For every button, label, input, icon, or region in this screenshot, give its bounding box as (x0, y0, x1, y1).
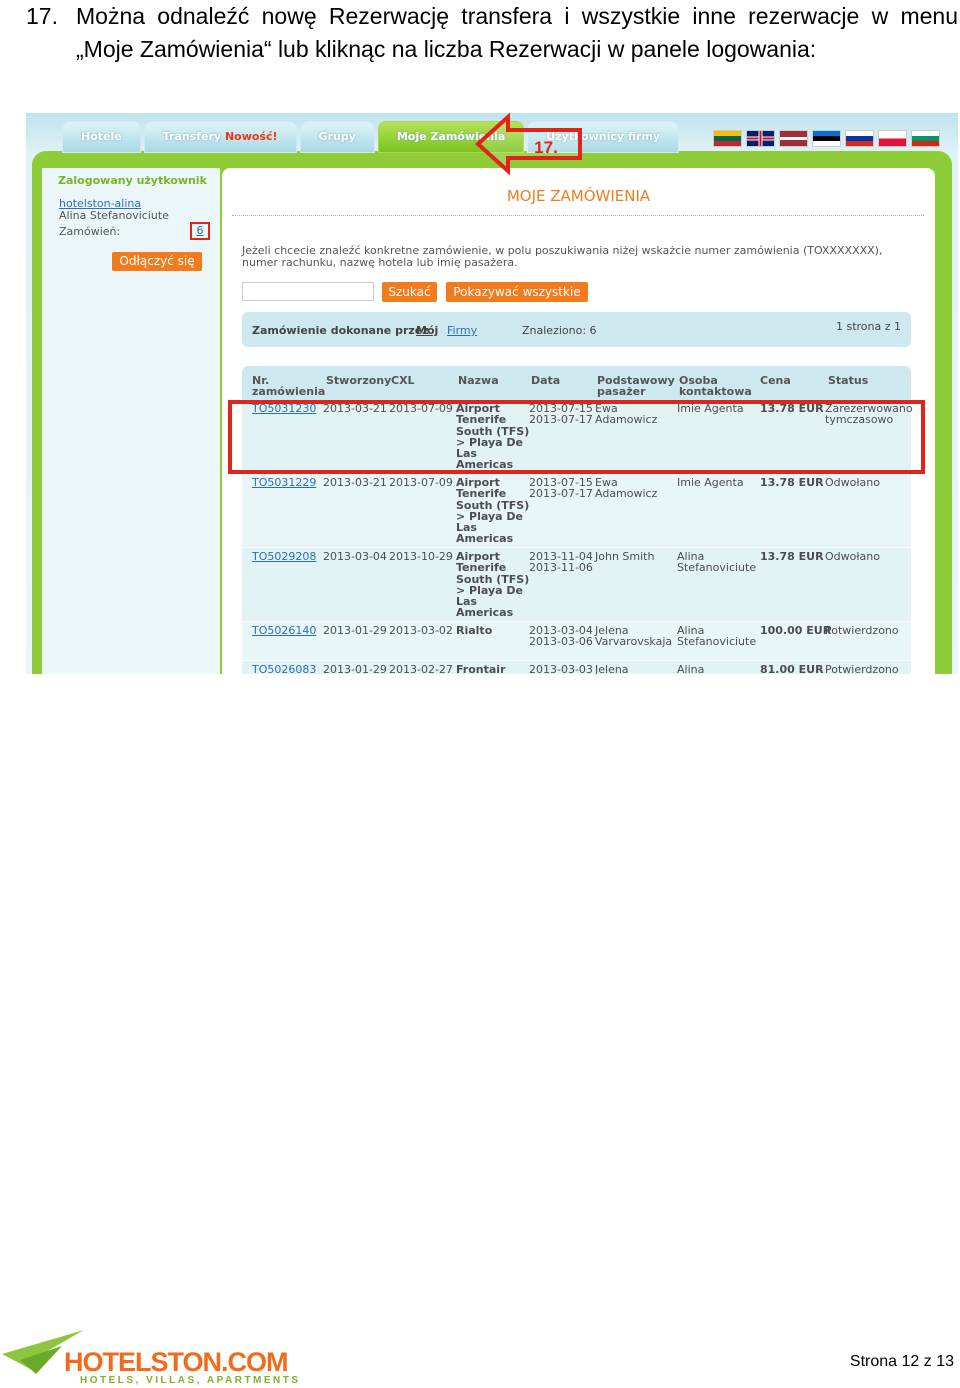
cxl-date: 2013-02-27 (389, 663, 453, 674)
user-full-name: Alina Stefanoviciute (59, 209, 169, 222)
status-text: Odwołano (825, 550, 880, 563)
tab-transfers[interactable]: Transfery Nowość! (143, 121, 297, 153)
price: 81.00 EUR (760, 663, 824, 674)
orders-count-link[interactable]: 6 (190, 222, 210, 240)
col-cxl: CXL (391, 374, 415, 387)
logout-button[interactable]: Odłączyć się (112, 252, 202, 271)
main-nav: Hotele Transfery Nowość! Grupy Moje Zamó… (62, 121, 682, 153)
flag-ee-icon[interactable] (812, 130, 841, 147)
order-number-link[interactable]: TO5026140 (252, 625, 316, 637)
logo-subtitle: HOTELS, VILLAS, APARTMENTS (80, 1375, 301, 1386)
service-name: Airport Tenerife South (TFS) > Playa De … (456, 550, 530, 620)
price: 13.78 EUR (760, 476, 824, 489)
screenshot: Hotele Transfery Nowość! Grupy Moje Zamó… (26, 113, 958, 674)
created-date: 2013-01-29 (323, 624, 387, 637)
found-count: Znaleziono: 6 (522, 324, 597, 337)
table-row: TO5029208 2013-03-04 2013-10-29 Airport Ten… (242, 548, 911, 622)
price: 100.00 EUR (760, 624, 832, 637)
col-contact: Osoba kontaktowa (679, 374, 752, 398)
order-number-link[interactable]: TO5026083 (252, 664, 316, 674)
show-all-button[interactable]: Pokazywać wszystkie (446, 282, 588, 302)
col-name: Nazwa (458, 374, 499, 387)
flag-pl-icon[interactable] (878, 130, 907, 147)
cxl-date: 2013-10-29 (389, 550, 453, 563)
status-text: Potwierdzono (825, 624, 899, 637)
page-number: Strona 12 z 13 (849, 1353, 954, 1370)
flag-ru-icon[interactable] (845, 130, 874, 147)
passenger-name: Jelena Varvarovskaja (595, 624, 673, 649)
step-text: Można odnaleźć nowę Rezerwację transfera… (76, 3, 958, 62)
tab-hotels[interactable]: Hotele (62, 121, 141, 153)
filter-my-link[interactable]: Mój (416, 324, 438, 337)
created-date: 2013-01-29 (323, 663, 387, 674)
search-input[interactable] (242, 282, 374, 301)
col-created: Stworzony (326, 374, 392, 387)
status-text: Odwołano (825, 476, 880, 489)
tab-groups[interactable]: Grupy (299, 121, 375, 153)
flag-lv-icon[interactable] (779, 130, 808, 147)
contact-person: Alina (677, 663, 705, 674)
cxl-date: 2013-03-02 (389, 624, 453, 637)
service-dates: 2013-07-15 2013-07-17 (529, 476, 593, 501)
divider (232, 215, 924, 216)
logo-text: HOTELSTON.COM (64, 1347, 289, 1377)
col-date: Data (531, 374, 561, 387)
service-dates: 2013-03-03 (529, 663, 593, 674)
order-number-link[interactable]: TO5031229 (252, 477, 316, 489)
filter-bar: Zamówienie dokonane przez Mój Firmy Znal… (242, 312, 911, 347)
sidebar (42, 168, 220, 674)
pagination: 1 strona z 1 (835, 320, 901, 333)
arrow-left-icon: 17. (475, 113, 582, 175)
passenger-name: John Smith (595, 550, 655, 563)
service-name: Frontair (456, 663, 506, 674)
filter-label: Zamówienie dokonane przez (252, 324, 429, 337)
flag-bg-icon[interactable] (911, 130, 940, 147)
doc-heading: 17. Można odnaleźć nowę Rezerwację trans… (26, 0, 958, 66)
created-date: 2013-03-04 (323, 550, 387, 563)
service-dates: 2013-11-04 2013-11-06 (529, 550, 593, 575)
passenger-name: Ewa Adamowicz (595, 476, 658, 501)
page-title: MOJE ZAMÓWIENIA (506, 187, 651, 205)
order-number-link[interactable]: TO5029208 (252, 551, 316, 563)
col-nr: Nr. zamówienia (252, 374, 326, 398)
contact-person: Alina Stefanoviciute (677, 624, 757, 649)
new-badge: Nowość! (224, 130, 278, 143)
search-info: Jeżeli chcecie znaleźć konkretne zamówie… (242, 244, 883, 269)
annotation-label: 17. (534, 138, 558, 157)
table-header: Nr. zamówienia Stworzony CXL Nazwa Data … (242, 366, 911, 400)
table-row: TO5026083 2013-01-29 2013-02-27 Frontair 201… (242, 661, 911, 674)
flag-lt-icon[interactable] (713, 130, 742, 147)
language-flags (709, 130, 940, 147)
col-price: Cena (760, 374, 791, 387)
status-text: Potwierdzono (825, 663, 899, 674)
col-pax: Podstawowy pasażer (597, 374, 675, 398)
service-dates: 2013-03-04 2013-03-06 (529, 624, 593, 649)
contact-person: Alina Stefanoviciute (677, 550, 757, 575)
table-row: TO5026140 2013-01-29 2013-03-02 Rialto 2013-… (242, 622, 911, 661)
orders-label: Zamówień: (59, 225, 121, 238)
search-button[interactable]: Szukać (382, 282, 437, 302)
passenger-name: Jelena (595, 663, 629, 674)
col-status: Status (828, 374, 869, 387)
created-date: 2013-03-21 (323, 476, 387, 489)
filter-firms-link[interactable]: Firmy (447, 324, 477, 337)
step-number: 17. (26, 3, 58, 29)
price: 13.78 EUR (760, 550, 824, 563)
contact-person: Imie Agenta (677, 476, 744, 489)
flag-gb-icon[interactable] (746, 130, 775, 147)
service-name: Rialto (456, 624, 493, 637)
cxl-date: 2013-07-09 (389, 476, 453, 489)
highlight-box (228, 400, 925, 474)
sidebar-title: Zalogowany użytkownik (58, 174, 207, 187)
table-row: TO5031229 2013-03-21 2013-07-09 Airport Ten… (242, 474, 911, 548)
service-name: Airport Tenerife South (TFS) > Playa De … (456, 476, 530, 546)
